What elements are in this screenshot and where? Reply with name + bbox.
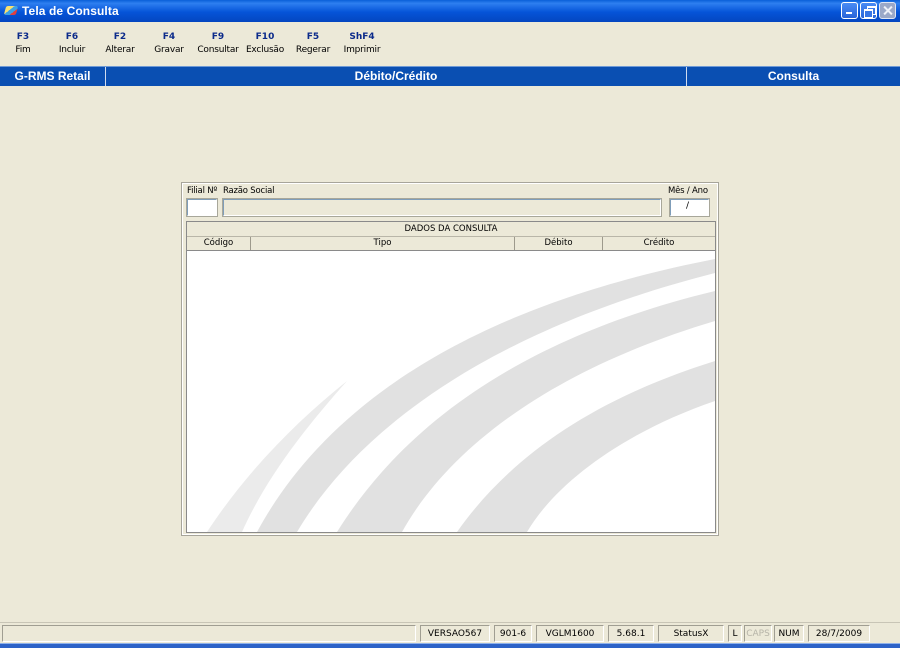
status-num: NUM bbox=[774, 625, 804, 642]
status-message bbox=[2, 625, 416, 642]
window-title: Tela de Consulta bbox=[22, 4, 119, 18]
mode-title: Consulta bbox=[767, 69, 820, 83]
fkey-key: F4 bbox=[162, 32, 176, 42]
restore-button[interactable] bbox=[860, 2, 877, 19]
status-build: 5.68.1 bbox=[608, 625, 654, 642]
fkey-key: ShF4 bbox=[349, 32, 375, 42]
grid-caption: DADOS DA CONSULTA bbox=[187, 222, 715, 237]
status-text: StatusX bbox=[658, 625, 724, 642]
window-controls bbox=[841, 2, 896, 19]
close-button[interactable] bbox=[879, 2, 896, 19]
fkey-key: F9 bbox=[211, 32, 225, 42]
status-code: 901-6 bbox=[494, 625, 532, 642]
swoosh-watermark bbox=[207, 259, 715, 532]
status-date: 28/7/2009 bbox=[808, 625, 870, 642]
fkey-key: F10 bbox=[255, 32, 275, 42]
status-bar: VERSAO567 901-6 VGLM1600 5.68.1 StatusX … bbox=[0, 622, 900, 642]
minimize-button[interactable] bbox=[841, 2, 858, 19]
fkey-label: Regerar bbox=[295, 45, 331, 55]
status-version: VERSAO567 bbox=[420, 625, 490, 642]
title-bar[interactable]: Tela de Consulta bbox=[0, 0, 900, 22]
fkey-exclusao[interactable]: F10 Exclusão bbox=[244, 30, 286, 56]
mes-ano-label: Mês / Ano bbox=[668, 186, 708, 196]
fkey-key: F3 bbox=[16, 32, 30, 42]
fkey-regerar[interactable]: F5 Regerar bbox=[293, 30, 333, 56]
col-debito[interactable]: Débito bbox=[515, 237, 603, 250]
mes-ano-value: / bbox=[685, 201, 690, 211]
razao-social-label: Razão Social bbox=[223, 186, 275, 196]
fkey-gravar[interactable]: F4 Gravar bbox=[151, 30, 187, 56]
fkey-label: Exclusão bbox=[245, 45, 285, 55]
module-title: Débito/Crédito bbox=[354, 69, 438, 83]
fkey-label: Incluir bbox=[58, 45, 86, 55]
fkey-label: Alterar bbox=[105, 45, 135, 55]
filial-input[interactable] bbox=[186, 198, 218, 217]
fkey-label: Imprimir bbox=[343, 45, 381, 55]
bottom-edge bbox=[0, 643, 900, 648]
col-tipo[interactable]: Tipo bbox=[251, 237, 515, 250]
col-codigo[interactable]: Código bbox=[187, 237, 251, 250]
fkey-label: Gravar bbox=[154, 45, 184, 55]
filial-label: Filial Nº bbox=[187, 186, 218, 196]
results-grid[interactable]: DADOS DA CONSULTA Código Tipo Débito Cré… bbox=[186, 221, 716, 533]
status-mode-l: L bbox=[728, 625, 742, 642]
app-icon[interactable] bbox=[4, 4, 18, 18]
fkey-alterar[interactable]: F2 Alterar bbox=[102, 30, 138, 56]
status-caps: CAPS bbox=[744, 625, 772, 642]
fkey-key: F6 bbox=[65, 32, 79, 42]
mes-ano-input[interactable]: / bbox=[669, 198, 710, 217]
query-panel: Filial Nº Razão Social Mês / Ano / DADOS… bbox=[181, 182, 719, 536]
fkey-incluir[interactable]: F6 Incluir bbox=[56, 30, 88, 56]
fkey-key: F2 bbox=[113, 32, 127, 42]
header-band: G-RMS Retail Débito/Crédito Consulta bbox=[0, 66, 900, 86]
razao-social-field bbox=[222, 198, 662, 217]
fkey-label: Fim bbox=[15, 45, 31, 55]
status-program: VGLM1600 bbox=[536, 625, 604, 642]
col-credito[interactable]: Crédito bbox=[603, 237, 715, 250]
fkey-label: Consultar bbox=[197, 45, 239, 55]
app-name: G-RMS Retail bbox=[14, 69, 91, 83]
fkey-key: F5 bbox=[306, 32, 320, 42]
fkey-consultar[interactable]: F9 Consultar bbox=[195, 30, 241, 56]
fkey-imprimir[interactable]: ShF4 Imprimir bbox=[342, 30, 382, 56]
fkey-fim[interactable]: F3 Fim bbox=[8, 30, 38, 56]
grid-header: Código Tipo Débito Crédito bbox=[187, 237, 715, 251]
